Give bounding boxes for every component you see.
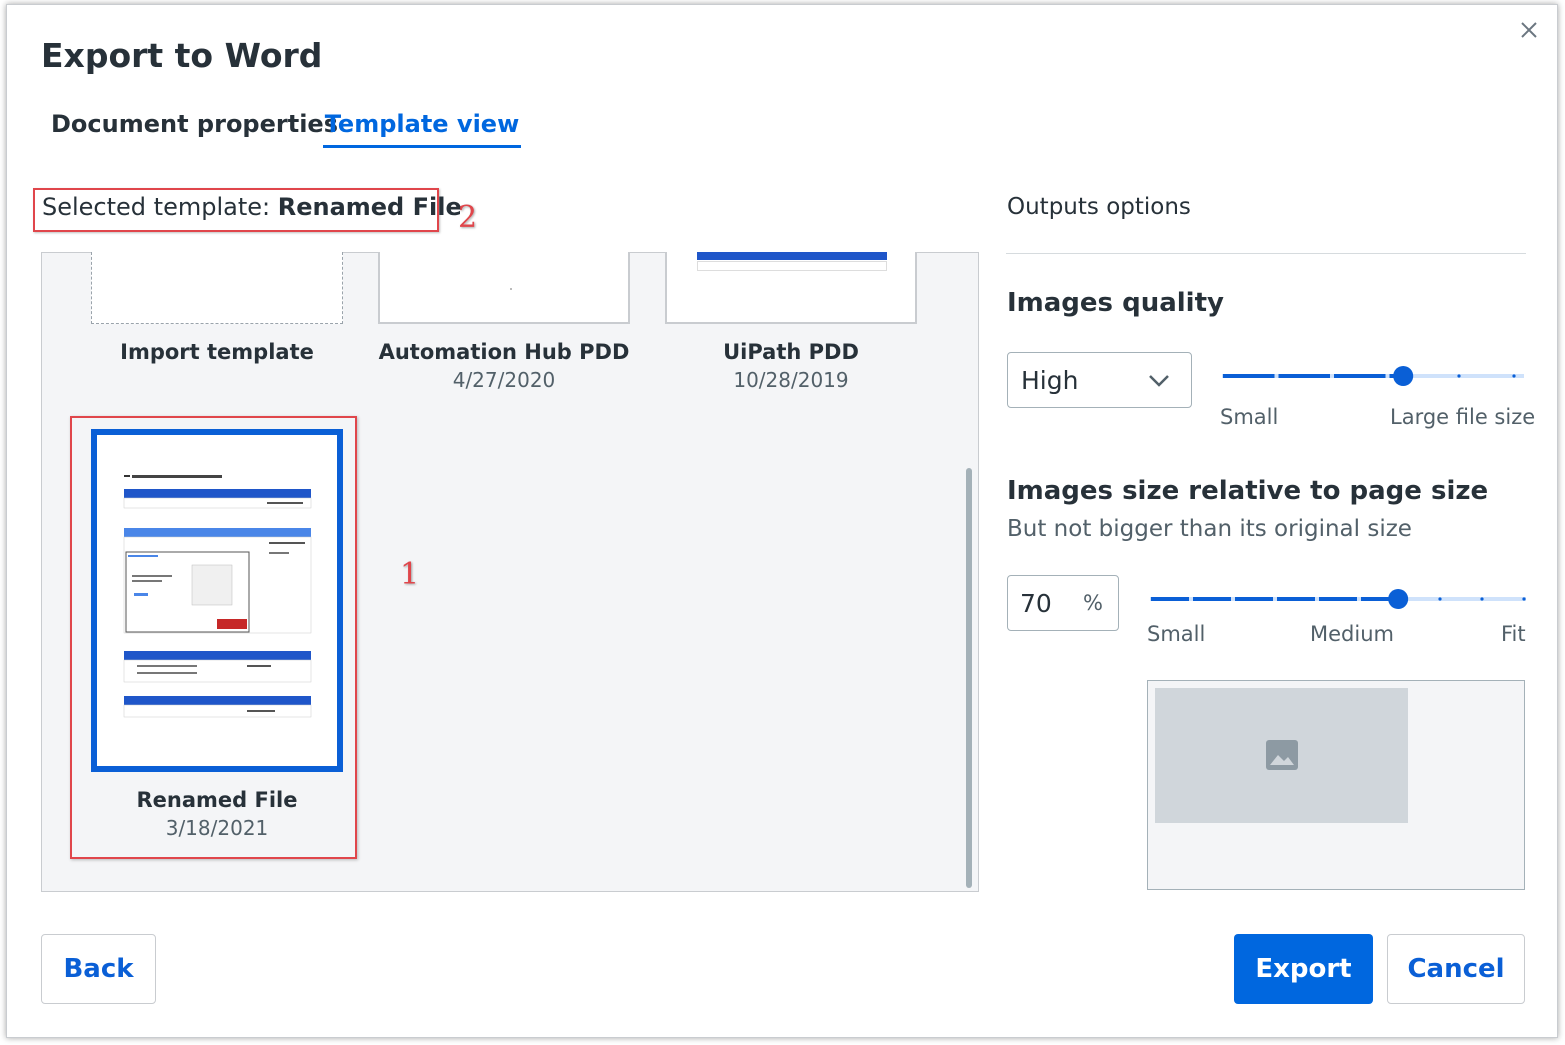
quality-min-label: Small (1220, 405, 1279, 429)
document-preview-graphic (123, 475, 312, 718)
export-button[interactable]: Export (1234, 934, 1373, 1004)
images-size-heading: Images size relative to page size (1007, 476, 1489, 506)
thumb-mini-bar (697, 252, 887, 260)
tab-template-view[interactable]: Template view (323, 110, 521, 148)
close-icon[interactable] (1517, 18, 1541, 42)
size-label-medium: Medium (1310, 622, 1394, 646)
percent-unit: % (1083, 591, 1103, 615)
size-slider-handle[interactable] (1388, 589, 1409, 609)
template-date-renamed-file: 3/18/2021 (165, 816, 269, 840)
back-button[interactable]: Back (41, 934, 156, 1004)
template-date-uipath: 10/28/2019 (733, 368, 849, 392)
size-label-fit: Fit (1501, 622, 1526, 646)
images-quality-slider[interactable] (1216, 360, 1530, 392)
quality-slider-handle[interactable] (1393, 366, 1414, 386)
tab-document-properties[interactable]: Document properties (51, 110, 338, 148)
thumb-mini-row (697, 261, 887, 271)
images-size-slider[interactable] (1144, 583, 1532, 615)
size-label-small: Small (1147, 622, 1206, 646)
uipath-pdd-card[interactable] (665, 252, 917, 324)
automation-hub-pdd-card[interactable] (378, 252, 630, 324)
annotation-step-1: 1 (400, 557, 420, 592)
outputs-divider (1006, 253, 1526, 254)
template-date-automation-hub: 4/27/2020 (452, 368, 556, 392)
template-name-automation-hub: Automation Hub PDD (378, 340, 630, 364)
size-slider-tick (1522, 597, 1526, 601)
selected-template-prefix: Selected template: (42, 193, 271, 221)
quality-slider-tick (1457, 374, 1461, 378)
annotation-step-2: 2 (458, 200, 478, 235)
selected-template-label: Selected template: Renamed File (33, 188, 462, 232)
cancel-button[interactable]: Cancel (1387, 934, 1525, 1004)
selected-template-value: Renamed File (277, 193, 462, 221)
template-name-uipath: UiPath PDD (723, 340, 859, 364)
quality-slider-tick (1512, 374, 1516, 378)
template-name-import: Import template (120, 340, 314, 364)
size-slider-tick (1438, 597, 1442, 601)
dialog-title: Export to Word (41, 36, 323, 75)
renamed-file-thumbnail (91, 429, 343, 772)
import-template-card[interactable] (91, 252, 343, 324)
gallery-scrollbar[interactable] (966, 468, 972, 888)
template-name-renamed-file: Renamed File (136, 788, 298, 812)
images-quality-select[interactable]: High (1007, 352, 1192, 408)
outputs-options-title: Outputs options (1007, 194, 1191, 220)
image-icon (1266, 740, 1298, 770)
images-quality-heading: Images quality (1007, 288, 1224, 318)
images-size-subtext: But not bigger than its original size (1007, 516, 1412, 542)
size-slider-tick (1480, 597, 1484, 601)
quality-max-label: Large file size (1390, 405, 1536, 429)
